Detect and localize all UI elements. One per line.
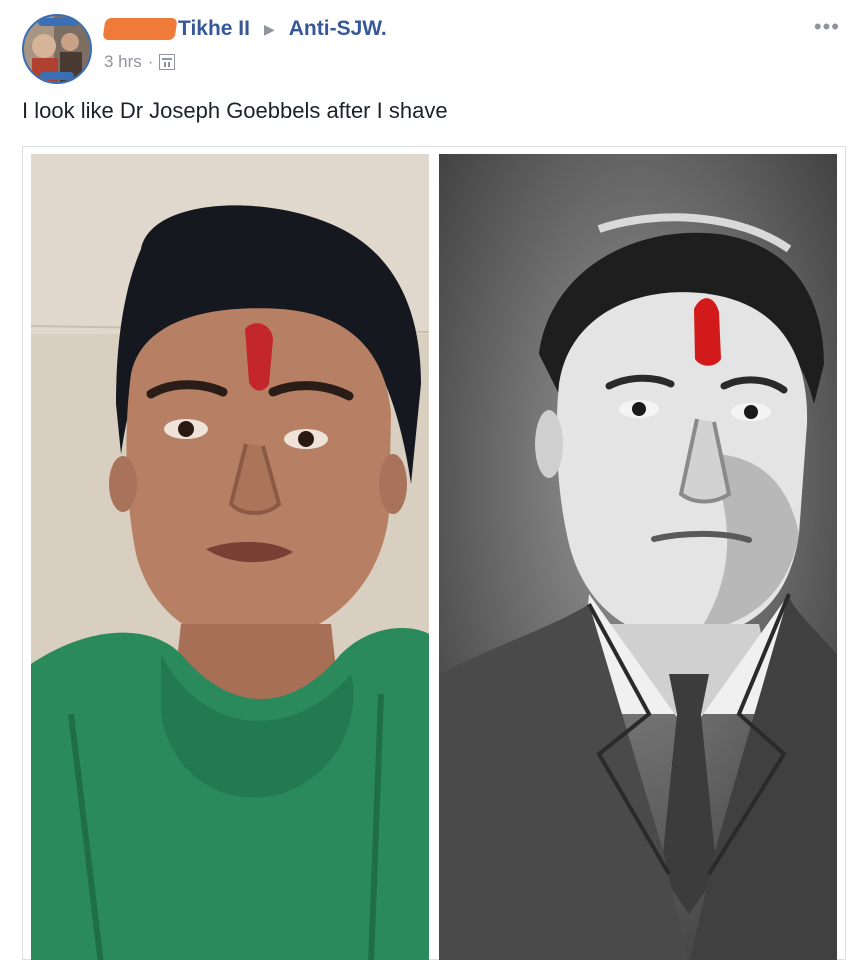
post-header: Tikhe II ▶ Anti-SJW. xyxy=(102,14,387,44)
post-text: I look like Dr Joseph Goebbels after I s… xyxy=(22,98,448,123)
meta-separator: · xyxy=(147,52,154,71)
more-options-icon[interactable]: ••• xyxy=(814,14,840,40)
right-triangle-icon: ▶ xyxy=(263,20,275,37)
author-name[interactable]: Tikhe II xyxy=(178,17,250,41)
redacted-name-mark xyxy=(102,18,178,40)
photo-left[interactable] xyxy=(31,154,429,960)
photo-grid xyxy=(22,146,846,960)
group-privacy-icon[interactable] xyxy=(159,54,176,70)
post-timestamp[interactable]: 3 hrs xyxy=(104,52,142,72)
group-name[interactable]: Anti-SJW. xyxy=(289,17,387,41)
photo-right[interactable] xyxy=(439,154,837,960)
profile-avatar[interactable] xyxy=(22,14,92,84)
facebook-post: Tikhe II ▶ Anti-SJW. 3 hrs · ••• I look … xyxy=(0,0,862,960)
post-meta: 3 hrs · xyxy=(104,52,176,72)
